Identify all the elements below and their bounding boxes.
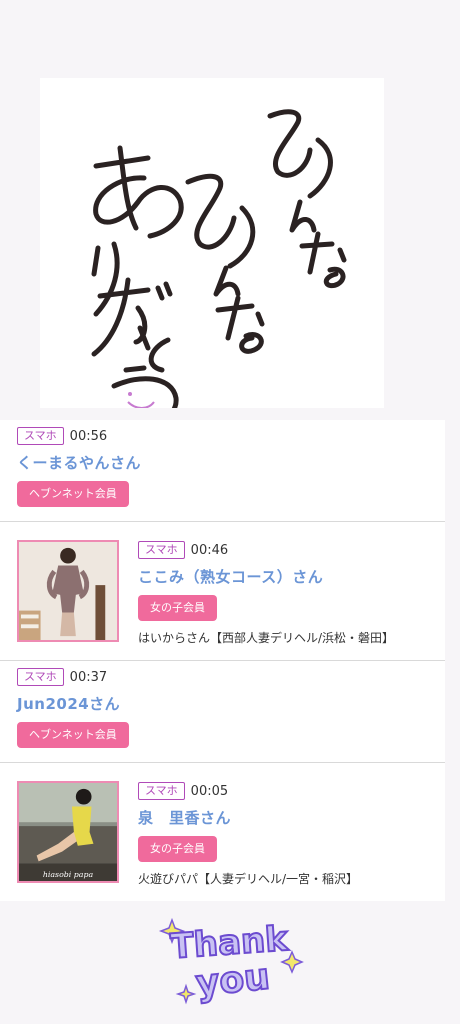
shop-name-link[interactable]: はいからさん【西部人妻デリヘル/浜松・磐田】: [138, 629, 445, 646]
member-type-badge: ヘブンネット会員: [17, 722, 129, 748]
visitor-info: スマホ 00:46 ここみ（熟女コース）さん 女の子会員 はいからさん【西部人妻…: [138, 528, 445, 646]
sparkle-icon: [175, 983, 197, 1005]
visitor-name-link[interactable]: Jun2024さん: [17, 693, 445, 714]
thank-you-sticker: Thank you: [150, 912, 310, 1012]
device-tag: スマホ: [17, 668, 64, 686]
visitor-photo[interactable]: [17, 540, 119, 642]
photo-watermark: hiasobi papa: [43, 870, 94, 879]
shop-name-link[interactable]: 火遊びパパ【人妻デリヘル/一宮・稲沢】: [138, 870, 445, 887]
visitor-entry: スマホ 00:46 ここみ（熟女コース）さん 女の子会員 はいからさん【西部人妻…: [0, 522, 445, 661]
thank-you-art: Thank you: [158, 917, 304, 1006]
visit-time: 00:05: [190, 783, 229, 799]
member-type-badge: ヘブンネット会員: [17, 481, 129, 507]
visitor-info: スマホ 00:56 くーまるやんさん ヘブンネット会員: [17, 426, 445, 507]
visitor-entry: hiasobi papa スマホ 00:05 泉 里香さん 女の子会員 火遊びパ…: [0, 763, 445, 901]
visitor-entry: スマホ 00:56 くーまるやんさん ヘブンネット会員: [0, 420, 445, 522]
photo-placeholder: hiasobi papa: [19, 783, 117, 881]
visitor-info: スマホ 00:37 Jun2024さん ヘブンネット会員: [17, 667, 445, 748]
visitor-feed: スマホ 00:56 くーまるやんさん ヘブンネット会員 スマホ 00:46 ここ…: [0, 420, 445, 901]
member-type-badge: 女の子会員: [138, 595, 217, 621]
hero-calligraphy-image: [40, 78, 384, 408]
visitor-meta: スマホ 00:56: [17, 426, 445, 446]
device-tag: スマホ: [138, 541, 185, 559]
device-tag: スマホ: [17, 427, 64, 445]
visit-time: 00:37: [69, 669, 108, 685]
visitor-name-link[interactable]: ここみ（熟女コース）さん: [138, 566, 445, 587]
visitor-meta: スマホ 00:46: [138, 540, 445, 560]
visitor-name-link[interactable]: くーまるやんさん: [17, 452, 445, 473]
calligraphy-art: [91, 109, 347, 408]
visitor-photo[interactable]: hiasobi papa: [17, 781, 119, 883]
page: スマホ 00:56 くーまるやんさん ヘブンネット会員 スマホ 00:46 ここ…: [0, 0, 460, 1024]
photo-placeholder: [19, 542, 117, 640]
visit-time: 00:56: [69, 428, 108, 444]
visitor-name-link[interactable]: 泉 里香さん: [138, 807, 445, 828]
visitor-meta: スマホ 00:37: [17, 667, 445, 687]
visitor-meta: スマホ 00:05: [138, 781, 445, 801]
member-type-badge: 女の子会員: [138, 836, 217, 862]
visitor-info: スマホ 00:05 泉 里香さん 女の子会員 火遊びパパ【人妻デリヘル/一宮・稲…: [138, 769, 445, 887]
visit-time: 00:46: [190, 542, 229, 558]
visitor-entry: スマホ 00:37 Jun2024さん ヘブンネット会員: [0, 661, 445, 763]
you-text: you: [194, 956, 272, 1004]
device-tag: スマホ: [138, 782, 185, 800]
